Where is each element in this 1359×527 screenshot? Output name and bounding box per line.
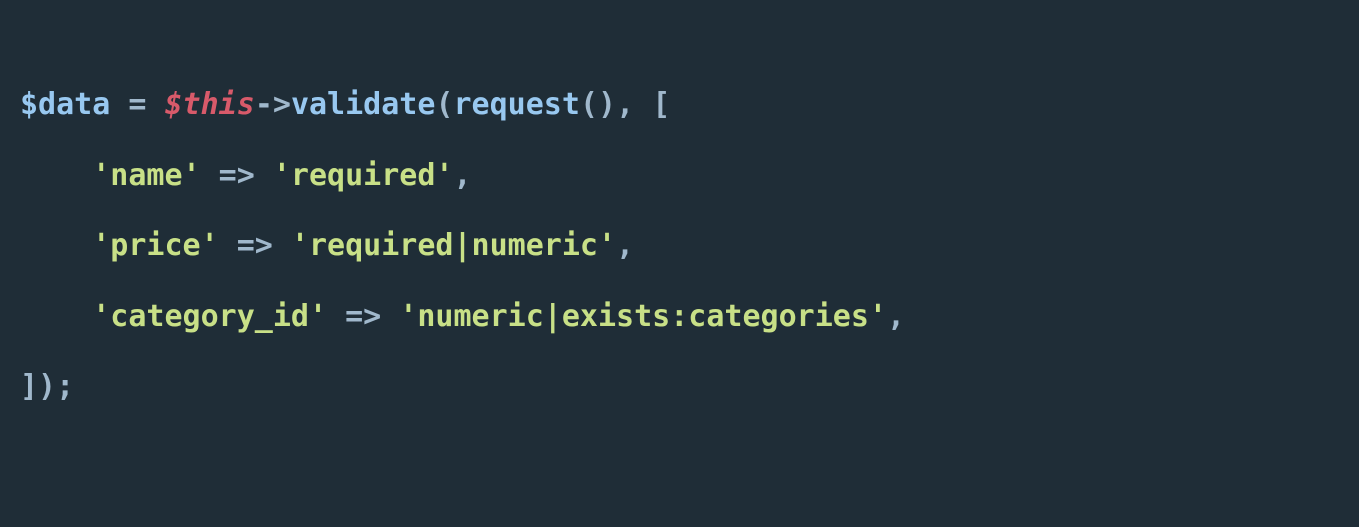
comma-token: ,: [616, 87, 652, 122]
string-token: 'required|numeric': [291, 228, 616, 263]
variable-token: $data: [20, 87, 110, 122]
fat-arrow-token: =>: [219, 228, 291, 263]
string-token: 'name': [92, 158, 200, 193]
code-block: $data = $this->validate(request(), [ 'na…: [20, 70, 1339, 423]
fat-arrow-token: =>: [327, 299, 399, 334]
comma-token: ,: [454, 158, 472, 193]
close-tokens: ]);: [20, 369, 74, 404]
string-token: 'required': [273, 158, 454, 193]
string-token: 'numeric|exists:categories': [399, 299, 887, 334]
indent: [20, 158, 92, 193]
function-token: validate: [291, 87, 436, 122]
this-token: $this: [165, 87, 255, 122]
operator-token: =: [110, 87, 164, 122]
comma-token: ,: [887, 299, 905, 334]
paren-token: (): [580, 87, 616, 122]
paren-token: (: [435, 87, 453, 122]
fat-arrow-token: =>: [201, 158, 273, 193]
arrow-token: ->: [255, 87, 291, 122]
comma-token: ,: [616, 228, 634, 263]
bracket-token: [: [652, 87, 670, 122]
indent: [20, 299, 92, 334]
string-token: 'price': [92, 228, 218, 263]
function-token: request: [454, 87, 580, 122]
string-token: 'category_id': [92, 299, 327, 334]
indent: [20, 228, 92, 263]
